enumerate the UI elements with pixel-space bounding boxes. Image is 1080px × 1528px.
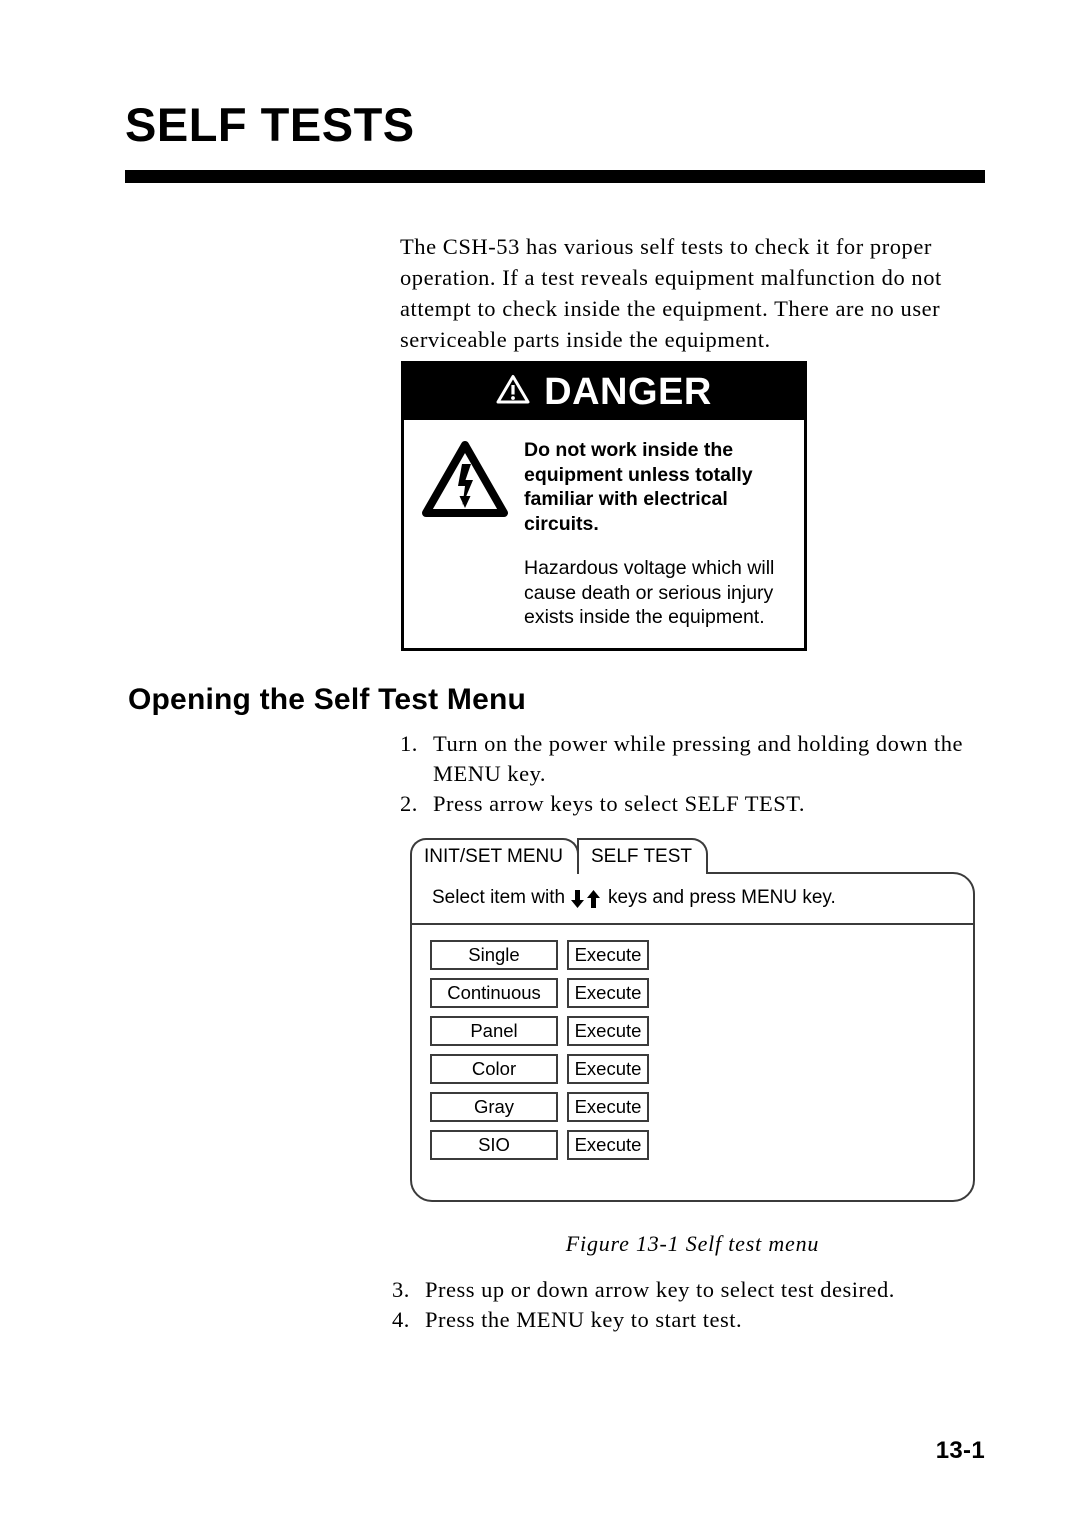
- menu-item-list: Single Execute Continuous Execute Panel …: [412, 925, 973, 1200]
- menu-item-label[interactable]: Single: [430, 940, 558, 970]
- list-item: 4. Press the MENU key to start test.: [392, 1305, 992, 1335]
- steps-list-bottom: 3. Press up or down arrow key to select …: [392, 1275, 992, 1335]
- danger-notice: DANGER Do not work inside the equipment …: [401, 361, 807, 651]
- menu-tab-bar: INIT/SET MENU SELF TEST: [410, 838, 975, 874]
- menu-item-label[interactable]: SIO: [430, 1130, 558, 1160]
- step-text: Press the MENU key to start test.: [425, 1307, 743, 1332]
- execute-button[interactable]: Execute: [567, 1130, 649, 1160]
- step-number: 1.: [400, 731, 418, 756]
- danger-body: Do not work inside the equipment unless …: [404, 420, 804, 648]
- tab-init-set-menu[interactable]: INIT/SET MENU: [410, 838, 579, 874]
- tab-self-test[interactable]: SELF TEST: [577, 838, 709, 874]
- page-title: SELF TESTS: [125, 98, 415, 151]
- self-test-menu-figure: INIT/SET MENU SELF TEST Select item with…: [410, 838, 975, 1202]
- list-item: 2. Press arrow keys to select SELF TEST.: [400, 789, 985, 819]
- step-number: 3.: [392, 1277, 410, 1302]
- menu-item-label[interactable]: Gray: [430, 1092, 558, 1122]
- danger-label: DANGER: [544, 371, 712, 413]
- section-heading: Opening the Self Test Menu: [128, 682, 526, 716]
- electric-shock-triangle-icon: [421, 440, 509, 525]
- arrow-down-icon: [571, 890, 585, 908]
- menu-row-gray: Gray Execute: [430, 1092, 973, 1122]
- list-item: 3. Press up or down arrow key to select …: [392, 1275, 992, 1305]
- page-number: 13-1: [935, 1437, 985, 1464]
- menu-hint-suffix: keys and press MENU key.: [608, 887, 836, 908]
- danger-icon-column: [418, 436, 512, 525]
- danger-header: DANGER: [404, 364, 804, 420]
- menu-item-label[interactable]: Continuous: [430, 978, 558, 1008]
- menu-item-label[interactable]: Panel: [430, 1016, 558, 1046]
- execute-button[interactable]: Execute: [567, 940, 649, 970]
- menu-hint-prefix: Select item with: [432, 887, 566, 908]
- menu-screen: Select item with keys and press MENU key…: [410, 872, 975, 1202]
- heading-rule: [125, 170, 985, 183]
- execute-button[interactable]: Execute: [567, 1054, 649, 1084]
- tab-label: SELF TEST: [591, 846, 693, 867]
- menu-row-color: Color Execute: [430, 1054, 973, 1084]
- menu-item-label[interactable]: Color: [430, 1054, 558, 1084]
- menu-row-sio: SIO Execute: [430, 1130, 973, 1160]
- arrow-key-glyphs: [570, 889, 601, 909]
- list-item: 1. Turn on the power while pressing and …: [400, 729, 985, 789]
- menu-hint: Select item with keys and press MENU key…: [412, 874, 973, 925]
- step-number: 2.: [400, 791, 418, 816]
- danger-text-column: Do not work inside the equipment unless …: [524, 436, 788, 630]
- execute-button[interactable]: Execute: [567, 1016, 649, 1046]
- menu-row-single: Single Execute: [430, 940, 973, 970]
- warning-triangle-icon: [496, 374, 530, 410]
- arrow-up-icon: [587, 890, 601, 908]
- execute-button[interactable]: Execute: [567, 1092, 649, 1122]
- step-number: 4.: [392, 1307, 410, 1332]
- danger-lead-text: Do not work inside the equipment unless …: [524, 439, 753, 535]
- step-text: Press up or down arrow key to select tes…: [425, 1277, 895, 1302]
- step-text: Turn on the power while pressing and hol…: [433, 731, 963, 786]
- figure-caption: Figure 13-1 Self test menu: [565, 1231, 820, 1256]
- menu-row-panel: Panel Execute: [430, 1016, 973, 1046]
- danger-detail-text: Hazardous voltage which will cause death…: [524, 557, 775, 628]
- steps-list-top: 1. Turn on the power while pressing and …: [400, 729, 985, 819]
- execute-button[interactable]: Execute: [567, 978, 649, 1008]
- menu-row-continuous: Continuous Execute: [430, 978, 973, 1008]
- step-text: Press arrow keys to select SELF TEST.: [433, 791, 805, 816]
- intro-paragraph: The CSH-53 has various self tests to che…: [400, 233, 942, 352]
- tab-label: INIT/SET MENU: [424, 846, 563, 867]
